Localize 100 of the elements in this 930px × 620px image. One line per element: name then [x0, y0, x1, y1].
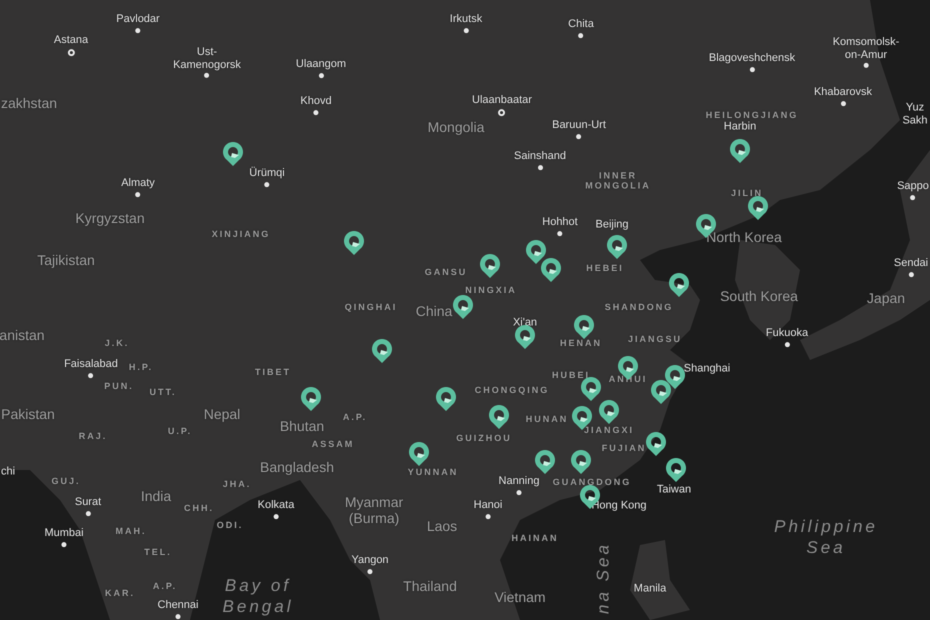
region-label: HUNAN — [526, 414, 568, 424]
country-label: zakhstan — [0, 94, 58, 112]
map-pin-icon[interactable] — [408, 441, 430, 467]
city-dot-icon — [204, 73, 210, 78]
city-label: chi — [0, 466, 16, 478]
country-label: Thailand — [403, 578, 457, 594]
map-pin-icon[interactable] — [525, 239, 547, 265]
map-pin-icon[interactable] — [488, 404, 510, 430]
map-pin-icon[interactable] — [665, 457, 687, 483]
city-label: Hanoi — [474, 499, 502, 512]
map-pin-icon[interactable] — [606, 234, 628, 260]
city-label: Harbin — [724, 120, 756, 134]
region-label: GUANGDONG — [552, 476, 632, 488]
map-pin-icon[interactable] — [570, 449, 592, 475]
map-pin-icon[interactable] — [747, 195, 769, 221]
city-dot-icon — [368, 568, 372, 574]
country-label: Pakistan — [1, 406, 55, 422]
city-dot-icon — [784, 342, 790, 347]
map-pin-icon[interactable] — [371, 338, 393, 364]
country-label: Tajikistan — [37, 252, 95, 268]
country-label: Myanmar (Burma) — [344, 494, 404, 526]
country-label: Laos — [426, 518, 458, 534]
city-label: Fukuoka — [766, 327, 808, 340]
city-label: Pavlodar — [116, 13, 160, 26]
region-label: HAINAN — [512, 532, 558, 544]
city-label: Shanghai — [684, 362, 730, 376]
city-label: Irkutsk — [450, 13, 482, 26]
city-label: Baruun-Urt — [552, 119, 606, 132]
city-label: Ulaangom — [296, 58, 346, 71]
region-label: J.K. — [104, 338, 130, 348]
region-label: A.P. — [342, 412, 368, 422]
region-label: XINJIANG — [212, 228, 270, 240]
region-label: SHANDONG — [604, 302, 674, 312]
country-label: Kyrgyzstan — [75, 210, 145, 226]
region-label: ASSAM — [312, 438, 354, 450]
country-label: India — [140, 488, 172, 504]
region-label: U.P. — [168, 426, 192, 436]
city-dot-icon — [558, 230, 562, 236]
region-label: UTT. — [150, 386, 176, 398]
map-pin-icon[interactable] — [300, 386, 322, 412]
city-label: Beijing — [595, 218, 629, 232]
country-label: South Korea — [720, 288, 798, 304]
sea-label: na Sea — [592, 542, 614, 614]
city-label: Chennai — [158, 599, 198, 612]
city-dot-icon — [538, 164, 542, 170]
city-label: Yuz Sakh — [902, 101, 928, 127]
city-label: Yangon — [351, 554, 389, 567]
country-label: Mongolia — [428, 118, 484, 136]
city-dot-icon — [576, 134, 582, 139]
city-dot-icon — [62, 542, 66, 547]
country-label: China — [416, 302, 452, 320]
city-dot-icon — [908, 272, 914, 277]
map-pin-icon[interactable] — [343, 230, 365, 256]
map-pin-icon[interactable] — [479, 253, 501, 279]
region-label: CHH. — [184, 502, 214, 514]
region-label: GUIZHOU — [456, 432, 512, 444]
region-label: HUBEI — [552, 370, 590, 380]
map-pin-icon[interactable] — [222, 141, 244, 167]
map-pin-icon[interactable] — [452, 294, 474, 320]
city-label: Ust- Kamenogorsk — [173, 46, 241, 72]
region-label: TEL. — [144, 546, 172, 558]
city-dot-icon — [498, 108, 506, 116]
city-label: Taiwan — [656, 484, 692, 496]
region-label: NINGXIA — [465, 284, 517, 296]
map-pin-icon[interactable] — [645, 431, 667, 457]
city-label: Blagoveshchensk — [708, 52, 796, 65]
map-pin-icon[interactable] — [534, 449, 556, 475]
city-dot-icon — [264, 182, 270, 187]
region-label: YUNNAN — [408, 466, 458, 478]
map-pin-icon[interactable] — [435, 386, 457, 412]
map-pin-icon[interactable] — [598, 399, 620, 425]
sea-label: Bay of Bengal — [222, 574, 294, 618]
sea-label: Philippine Sea — [774, 516, 878, 558]
country-label: anistan — [0, 326, 45, 344]
map-pin-icon[interactable] — [540, 257, 562, 283]
map-pin-icon[interactable] — [668, 272, 690, 298]
map-pin-icon[interactable] — [729, 138, 751, 164]
region-label: JILIN — [731, 188, 763, 198]
region-label: QINGHAI — [344, 302, 398, 312]
city-dot-icon — [840, 100, 846, 106]
city-label: Khabarovsk — [814, 86, 872, 99]
country-label: North Korea — [706, 228, 782, 246]
map-pin-icon[interactable] — [514, 324, 536, 350]
city-label: Mumbai — [44, 527, 84, 540]
city-dot-icon — [464, 28, 468, 33]
city-label: Astana — [54, 34, 88, 47]
region-label: ODI. — [216, 520, 244, 530]
map-pin-icon[interactable] — [650, 379, 672, 405]
region-label: HENAN — [560, 338, 602, 348]
region-label: GUJ. — [52, 476, 80, 486]
city-dot-icon — [314, 110, 318, 115]
region-label: A.P. — [152, 580, 178, 592]
map-pin-icon[interactable] — [664, 364, 686, 390]
city-label: Hohhot — [542, 216, 578, 229]
city-dot-icon — [136, 28, 140, 33]
map-pin-icon[interactable] — [573, 314, 595, 340]
region-label: FUJIAN — [602, 442, 646, 454]
city-dot-icon — [750, 66, 754, 72]
region-label: JIANGXI — [584, 424, 634, 436]
region-label: HEILONGJIANG — [706, 110, 798, 120]
